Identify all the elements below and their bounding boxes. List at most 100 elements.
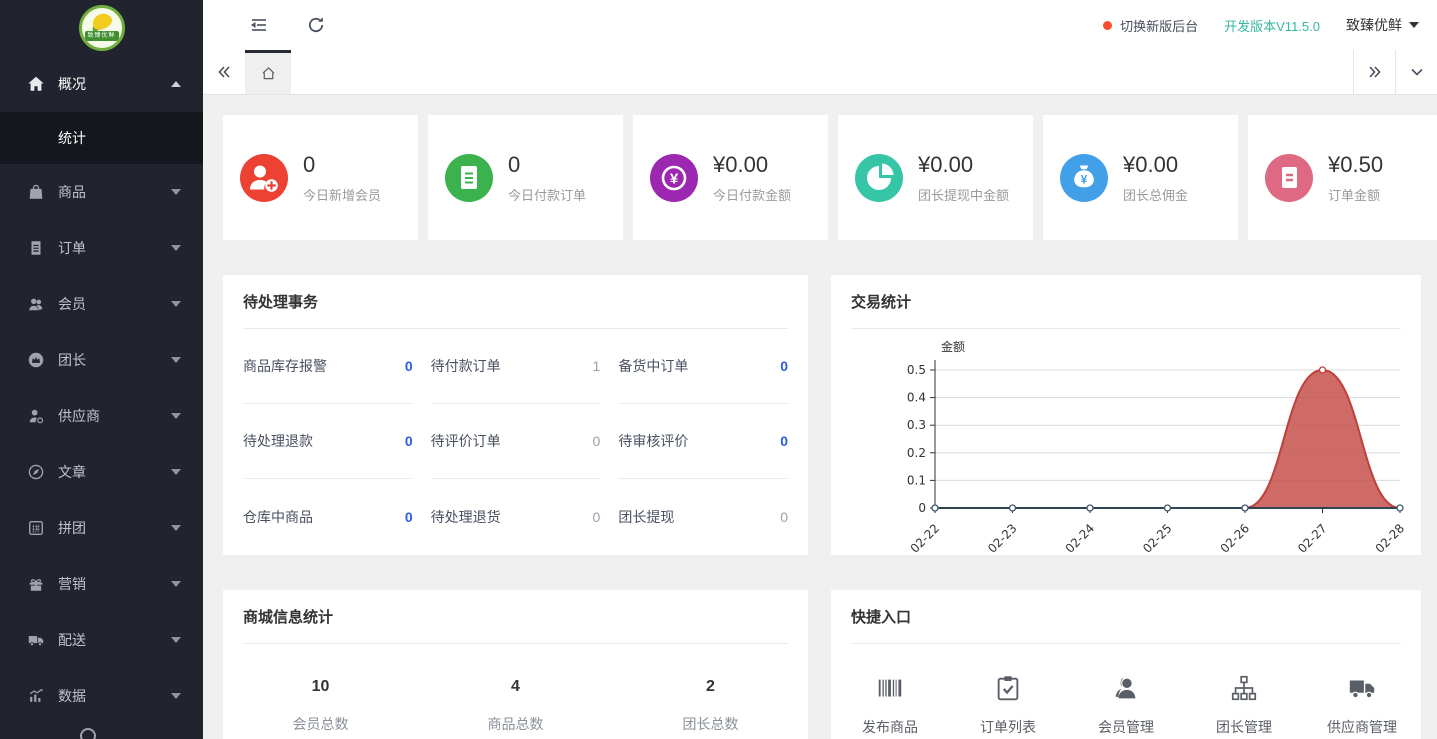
chevron-down-icon	[171, 413, 181, 419]
stat-card-leader-withdrawing: ¥0.00 团长提现中金额	[838, 115, 1033, 240]
stat-card-paid-amount: ¥ ¥0.00今日付款金额	[633, 115, 828, 240]
stat-cards-row: 0今日新增会员 0今日付款订单 ¥ ¥0.00今日付款金额 ¥0.00团长提现中…	[223, 115, 1437, 240]
members-icon	[26, 294, 46, 314]
compass-icon	[26, 462, 46, 482]
shop-stat: 10会员总数	[223, 678, 418, 734]
account-name: 致臻优鲜	[1346, 15, 1402, 35]
sidebar-item-overview[interactable]: 概况	[0, 56, 203, 112]
pending-item: 团长提现0	[618, 479, 788, 554]
pending-item: 仓库中商品0	[243, 479, 413, 554]
shopping-bag-icon	[26, 182, 46, 202]
tabs-menu-chevron-icon[interactable]	[1395, 50, 1437, 94]
shop-stat: 2团长总数	[613, 678, 808, 734]
document-icon	[445, 154, 493, 202]
tab-home[interactable]	[245, 50, 291, 94]
shop-stats-row: 10会员总数 4商品总数 2团长总数	[223, 644, 808, 734]
user-plus-icon	[240, 154, 288, 202]
sitemap-icon	[1229, 672, 1259, 704]
stat-label: 今日新增会员	[303, 185, 381, 204]
svg-text:¥: ¥	[670, 170, 679, 187]
tabs-empty-area	[291, 50, 1353, 94]
panel-title: 快捷入口	[851, 590, 1401, 644]
quick-entry-order-list[interactable]: 订单列表	[949, 672, 1067, 737]
quick-entry-publish-goods[interactable]: 发布商品	[831, 672, 949, 737]
stat-card-leader-commission: ¥ ¥0.00 团长总佣金	[1043, 115, 1238, 240]
tabs-scroll-right-icon[interactable]	[1353, 50, 1395, 94]
quick-entry-panel: 快捷入口 发布商品 订单列表 会员管理 团长管理	[831, 590, 1421, 739]
quick-entry-row: 发布商品 订单列表 会员管理 团长管理 供应商管理	[831, 644, 1421, 737]
trade-area-chart: 00.10.20.30.40.5金额02-2202-2302-2402-2502…	[831, 329, 1421, 558]
svg-text:0.5: 0.5	[907, 363, 926, 377]
svg-text:02-28: 02-28	[1373, 521, 1408, 553]
chevron-up-icon	[171, 81, 181, 87]
svg-text:金额: 金额	[941, 339, 965, 354]
tab-strip	[203, 50, 1437, 95]
svg-text:02-25: 02-25	[1140, 521, 1175, 553]
svg-text:0.4: 0.4	[907, 391, 926, 405]
pending-item: 待付款订单1	[431, 329, 601, 404]
quick-entry-leader-management[interactable]: 团长管理	[1185, 672, 1303, 737]
chevron-down-icon	[171, 357, 181, 363]
chevron-down-icon	[171, 693, 181, 699]
quick-entry-supplier-management[interactable]: 供应商管理	[1303, 672, 1421, 737]
gift-icon	[26, 574, 46, 594]
svg-text:02-22: 02-22	[908, 521, 943, 553]
sidebar-item-goods[interactable]: 商品	[0, 164, 203, 220]
version-link[interactable]: 开发版本V11.5.0	[1224, 16, 1320, 35]
pending-item: 待审核评价0	[618, 404, 788, 479]
header-right: 切换新版后台 开发版本V11.5.0 致臻优鲜	[1103, 15, 1419, 35]
trade-stats-panel: 交易统计 00.10.20.30.40.5金额02-2202-2302-2402…	[831, 275, 1421, 555]
sidebar: 致臻优鲜 概况 统计 商品 订单 会员 团长	[0, 0, 203, 739]
main-content: 0今日新增会员 0今日付款订单 ¥ ¥0.00今日付款金额 ¥0.00团长提现中…	[203, 95, 1437, 739]
panel-title: 交易统计	[851, 275, 1401, 329]
chevron-down-icon	[171, 469, 181, 475]
pie-chart-icon	[855, 154, 903, 202]
area-chart-svg: 00.10.20.30.40.5金额02-2202-2302-2402-2502…	[831, 329, 1421, 553]
stat-label: 团长提现中金额	[918, 185, 1009, 204]
sidebar-item-delivery[interactable]: 配送	[0, 612, 203, 668]
sidebar-item-articles[interactable]: 文章	[0, 444, 203, 500]
sidebar-collapse-icon[interactable]	[247, 14, 269, 36]
caret-down-icon	[1409, 22, 1419, 28]
money-bag-icon: ¥	[1060, 154, 1108, 202]
sidebar-item-groupbuy[interactable]: 拼 拼团	[0, 500, 203, 556]
sidebar-item-orders[interactable]: 订单	[0, 220, 203, 276]
sidebar-item-partial[interactable]	[80, 728, 96, 739]
quick-entry-member-management[interactable]: 会员管理	[1067, 672, 1185, 737]
stat-value: ¥0.50	[1328, 152, 1383, 178]
svg-text:¥: ¥	[1081, 172, 1088, 186]
pending-grid: 商品库存报警0 待付款订单1 备货中订单0 待处理退款0 待评价订单0 待审核评…	[223, 329, 808, 554]
pending-item: 待评价订单0	[431, 404, 601, 479]
sidebar-item-suppliers[interactable]: 供应商	[0, 388, 203, 444]
barcode-icon	[875, 672, 905, 704]
crown-circle-icon	[26, 350, 46, 370]
home-icon	[26, 74, 46, 94]
svg-text:02-26: 02-26	[1218, 521, 1253, 553]
stat-value: ¥0.00	[918, 152, 1009, 178]
svg-text:0.3: 0.3	[907, 418, 926, 432]
switch-new-admin-link[interactable]: 切换新版后台	[1120, 16, 1198, 35]
stat-label: 今日付款金额	[713, 185, 791, 204]
tabs-scroll-left-icon[interactable]	[203, 50, 245, 94]
sidebar-item-stats[interactable]: 统计	[0, 112, 203, 164]
sidebar-item-members[interactable]: 会员	[0, 276, 203, 332]
account-dropdown[interactable]: 致臻优鲜	[1346, 15, 1419, 35]
pending-item: 待处理退货0	[431, 479, 601, 554]
sidebar-item-data[interactable]: 数据	[0, 668, 203, 724]
shop-stats-panel: 商城信息统计 10会员总数 4商品总数 2团长总数	[223, 590, 808, 739]
sidebar-item-marketing[interactable]: 营销	[0, 556, 203, 612]
svg-text:02-24: 02-24	[1063, 521, 1098, 553]
pending-item: 商品库存报警0	[243, 329, 413, 404]
truck-icon	[1347, 672, 1377, 704]
stat-label: 团长总佣金	[1123, 185, 1188, 204]
stat-value: ¥0.00	[1123, 152, 1188, 178]
top-header: 切换新版后台 开发版本V11.5.0 致臻优鲜	[203, 0, 1437, 50]
pending-item: 备货中订单0	[618, 329, 788, 404]
svg-text:0.1: 0.1	[907, 473, 926, 487]
sidebar-item-leaders[interactable]: 团长	[0, 332, 203, 388]
card-equals-icon	[1265, 154, 1313, 202]
chevron-down-icon	[171, 245, 181, 251]
truck-icon	[26, 630, 46, 650]
brand-logo-badge: 致臻优鲜	[79, 5, 125, 51]
refresh-icon[interactable]	[305, 14, 327, 36]
